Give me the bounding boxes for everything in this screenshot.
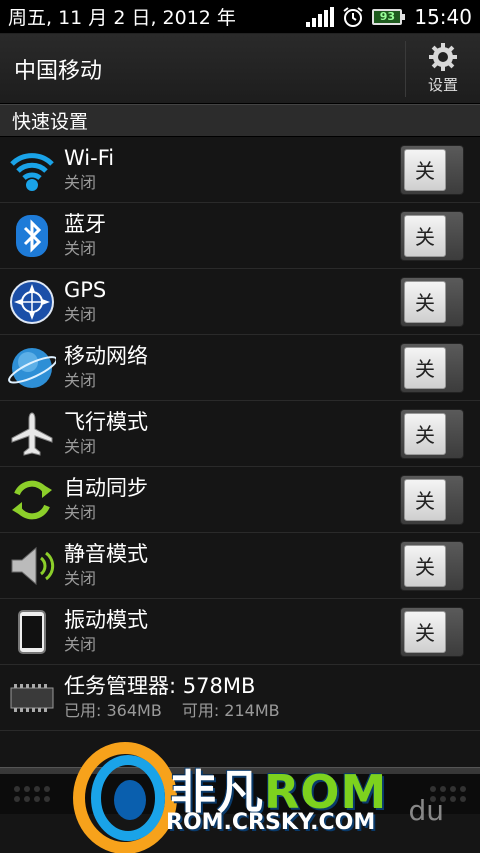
bluetooth-toggle[interactable]: 关 (400, 210, 464, 261)
silent-mode-toggle[interactable]: 关 (400, 540, 464, 591)
quick-setting-airplane-mode[interactable]: 飞行模式 关闭 关 (0, 401, 480, 467)
toggle-knob: 关 (404, 214, 446, 257)
gps-icon (10, 279, 54, 324)
wifi-icon (10, 152, 54, 191)
memory-used: 已用: 364MB (64, 700, 162, 720)
vibrate-phone-icon (18, 609, 46, 654)
quick-setting-status: 关闭 (64, 172, 97, 192)
battery-icon: 93 (372, 8, 406, 25)
toggle-knob: 关 (404, 412, 446, 455)
quick-setting-status: 关闭 (64, 568, 97, 588)
settings-label: 设置 (427, 76, 458, 94)
watermark-logo: 非凡ROM ROM.CRSKY.COM du (70, 740, 480, 853)
task-manager-title: 任务管理器: 578MB (64, 673, 256, 698)
watermark-du: du (408, 794, 444, 827)
mobile-network-icon (8, 347, 56, 388)
quick-setting-silent-mode[interactable]: 静音模式 关闭 关 (0, 533, 480, 599)
quick-setting-mobile-network[interactable]: 移动网络 关闭 关 (0, 335, 480, 401)
quick-setting-title: Wi-Fi (64, 145, 115, 170)
speaker-icon (11, 546, 55, 585)
wifi-toggle[interactable]: 关 (400, 144, 464, 195)
quick-setting-status: 关闭 (64, 436, 97, 456)
grip-dots-icon (14, 786, 50, 802)
gear-icon (429, 43, 457, 71)
toggle-knob: 关 (404, 544, 446, 587)
airplane-icon (11, 411, 53, 456)
vibrate-mode-toggle[interactable]: 关 (400, 606, 464, 657)
airplane-mode-toggle[interactable]: 关 (400, 408, 464, 459)
quick-setting-status: 关闭 (64, 502, 97, 522)
memory-free: 可用: 214MB (181, 700, 280, 720)
bluetooth-icon (16, 214, 48, 257)
mobile-network-toggle[interactable]: 关 (400, 342, 464, 393)
quick-settings-list: Wi-Fi 关闭 关 蓝牙 关闭 关 GPS 关闭 关 移动网络 关闭 关 飞行… (0, 137, 480, 768)
status-time: 15:40 (414, 4, 472, 29)
quick-setting-gps[interactable]: GPS 关闭 关 (0, 269, 480, 335)
settings-button[interactable]: 设置 (405, 40, 480, 97)
auto-sync-toggle[interactable]: 关 (400, 474, 464, 525)
quick-setting-auto-sync[interactable]: 自动同步 关闭 关 (0, 467, 480, 533)
quick-setting-title: 蓝牙 (64, 211, 106, 236)
toggle-knob: 关 (404, 346, 446, 389)
operator-header: 中国移动 设置 (0, 34, 480, 104)
quick-setting-wifi[interactable]: Wi-Fi 关闭 关 (0, 137, 480, 203)
quick-setting-status: 关闭 (64, 238, 97, 258)
quick-setting-bluetooth[interactable]: 蓝牙 关闭 关 (0, 203, 480, 269)
quick-setting-title: 自动同步 (64, 475, 148, 500)
quick-setting-vibrate-mode[interactable]: 振动模式 关闭 关 (0, 599, 480, 665)
gps-toggle[interactable]: 关 (400, 276, 464, 327)
quick-setting-title: 振动模式 (64, 607, 148, 632)
status-date: 周五, 11 月 2 日, 2012 年 (8, 7, 236, 29)
status-icons: 93 15:40 (306, 5, 472, 29)
operator-name: 中国移动 (14, 58, 103, 84)
quick-setting-title: GPS (64, 277, 107, 302)
quick-setting-status: 关闭 (64, 370, 97, 390)
sync-icon (12, 480, 52, 519)
watermark-url: ROM.CRSKY.COM (166, 810, 376, 835)
swirl-logo-icon (73, 742, 177, 853)
toggle-knob: 关 (404, 280, 446, 323)
status-bar: 周五, 11 月 2 日, 2012 年 93 15:40 (0, 0, 480, 34)
signal-icon (306, 6, 335, 27)
quick-setting-title: 飞行模式 (64, 409, 148, 434)
task-manager-item[interactable]: 任务管理器: 578MB 已用: 364MB 可用: 214MB (0, 665, 480, 731)
notification-panel: 周五, 11 月 2 日, 2012 年 93 15:40 中国移动 设置 快速… (0, 0, 480, 853)
quick-settings-header: 快速设置 (0, 104, 480, 137)
quick-setting-title: 静音模式 (64, 541, 148, 566)
quick-setting-title: 移动网络 (64, 343, 148, 368)
toggle-knob: 关 (404, 478, 446, 521)
alarm-clock-icon (343, 6, 363, 27)
toggle-knob: 关 (404, 148, 446, 191)
quick-setting-status: 关闭 (64, 304, 97, 324)
toggle-knob: 关 (404, 610, 446, 653)
memory-chip-icon (10, 683, 54, 712)
quick-setting-status: 关闭 (64, 634, 97, 654)
